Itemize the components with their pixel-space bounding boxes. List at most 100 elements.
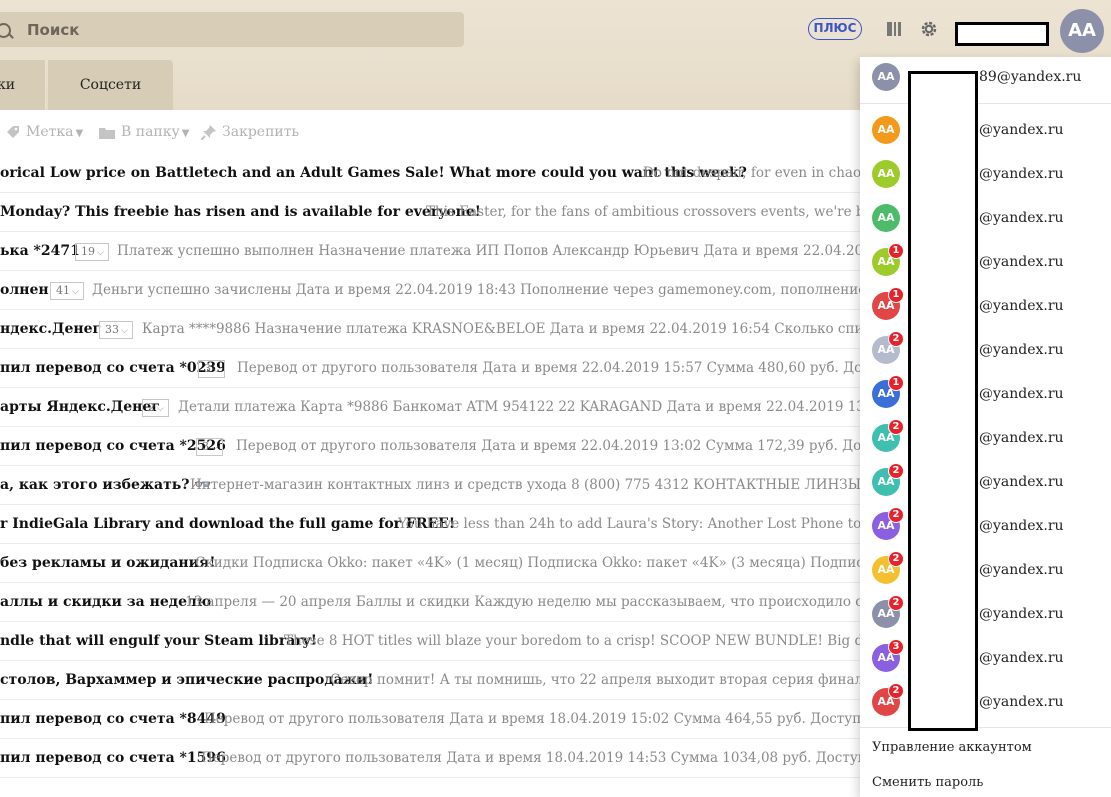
avatar: АА [872, 63, 900, 91]
message-subject: ька *2471 [0, 243, 80, 259]
account-item[interactable]: АА 2 @yandex.ru [860, 418, 1111, 462]
account-email: @yandex.ru [979, 430, 1064, 446]
unread-count-badge: 2 [888, 463, 904, 479]
message-snippet: Интернет-магазин контактных линз и средс… [190, 477, 974, 493]
account-email: @yandex.ru [979, 210, 1064, 226]
account-email: @yandex.ru [979, 518, 1064, 534]
label-button-text: Метка [26, 124, 74, 140]
unread-count-badge: 2 [888, 595, 904, 611]
account-email: @yandex.ru [979, 122, 1064, 138]
message-subject: аллы и скидки за неделю [0, 594, 212, 610]
user-name-redacted[interactable] [955, 22, 1049, 46]
account-item[interactable]: АА 2 @yandex.ru [860, 506, 1111, 550]
thread-count: 19 [81, 245, 95, 258]
message-subject: r IndieGala Library and download the ful… [0, 516, 455, 532]
thread-count: 41 [56, 284, 70, 297]
account-item[interactable]: АА 1 @yandex.ru [860, 286, 1111, 330]
tab-label: Соцсети [79, 77, 142, 93]
unread-count-badge: 1 [888, 287, 904, 303]
message-subject: ндекс.Денег [0, 321, 102, 337]
account-item[interactable]: АА 2 @yandex.ru [860, 594, 1111, 638]
account-item[interactable]: АА 1 @yandex.ru [860, 242, 1111, 286]
avatar: АА [872, 204, 900, 232]
thread-count-badge[interactable]: 3 ⌵ [196, 438, 223, 456]
account-email: @yandex.ru [979, 386, 1064, 402]
chevron-down-icon: ▼ [181, 128, 190, 139]
pin-icon [201, 124, 216, 140]
message-subject: ndle that will engulf your Steam library… [0, 633, 317, 649]
layout-icon[interactable] [885, 20, 903, 38]
message-subject: арты Яндекс.Денег [0, 399, 160, 415]
folder-icon [99, 127, 115, 139]
account-item[interactable]: АА 1 @yandex.ru [860, 374, 1111, 418]
message-subject: без рекламы и ожидания! [0, 555, 216, 571]
chevron-down-icon: ⌵ [213, 365, 220, 375]
avatar: АА [872, 116, 900, 144]
account-item[interactable]: АА 2 @yandex.ru [860, 682, 1111, 726]
thread-count: 3 [204, 362, 211, 375]
redaction-mask [908, 71, 978, 731]
thread-count-badge[interactable]: 33 ⌵ [99, 321, 133, 339]
account-email: @yandex.ru [979, 474, 1064, 490]
account-email: @yandex.ru [979, 342, 1064, 358]
unread-count-badge: 1 [888, 243, 904, 259]
unread-count-badge: 2 [888, 331, 904, 347]
unread-count-badge: 2 [888, 551, 904, 567]
account-email: @yandex.ru [979, 562, 1064, 578]
tab-social[interactable]: Соцсети [48, 60, 173, 110]
message-subject: столов, Вархаммер и эпические распродажи… [0, 672, 374, 688]
message-subject: пил перевод со счета *0239 [0, 360, 226, 376]
tab-folder-1[interactable]: ки [0, 60, 46, 110]
pin-button-text: Закрепить [222, 124, 300, 140]
chevron-down-icon: ⌵ [97, 248, 104, 258]
divider [860, 103, 1111, 104]
unread-count-badge: 2 [888, 683, 904, 699]
avatar[interactable]: АА [1060, 9, 1104, 53]
search-icon [0, 23, 11, 38]
thread-count: 2 [148, 401, 155, 414]
chevron-down-icon: ⌵ [121, 326, 128, 336]
account-email: @yandex.ru [979, 254, 1064, 270]
plus-button[interactable]: ПЛЮС [808, 18, 862, 40]
account-item[interactable]: АА 2 @yandex.ru [860, 462, 1111, 506]
account-item[interactable]: АА @yandex.ru [860, 198, 1111, 242]
message-subject: пил перевод со счета *2526 [0, 438, 226, 454]
message-subject: orical Low price on Battletech and an Ad… [0, 165, 747, 181]
account-email: @yandex.ru [979, 166, 1064, 182]
folder-button-text: В папку [121, 124, 180, 140]
message-subject: Monday? This freebie has risen and is av… [0, 204, 481, 220]
account-item[interactable]: АА 3 @yandex.ru [860, 638, 1111, 682]
thread-count-badge[interactable]: 19 ⌵ [75, 243, 109, 261]
move-to-folder-button[interactable]: В папку ▼ [99, 124, 189, 140]
gear-icon[interactable] [919, 19, 939, 39]
thread-count: 3 [202, 440, 209, 453]
account-email: @yandex.ru [979, 606, 1064, 622]
account-item[interactable]: АА 89@yandex.ru [860, 57, 1111, 101]
account-switcher-dropdown: АА 89@yandex.ru АА @yandex.ru АА @yandex.ru АА… [860, 57, 1111, 797]
search-placeholder: Поиск [27, 21, 80, 39]
unread-count-badge: 2 [888, 419, 904, 435]
account-item[interactable]: АА 2 @yandex.ru [860, 330, 1111, 374]
unread-count-badge: 3 [888, 639, 904, 655]
account-item[interactable]: АА @yandex.ru [860, 110, 1111, 154]
account-email: @yandex.ru [979, 298, 1064, 314]
account-email: @yandex.ru [979, 650, 1064, 666]
thread-count-badge[interactable]: 41 ⌵ [50, 282, 84, 300]
tab-label: ки [0, 77, 16, 93]
account-email: @yandex.ru [979, 694, 1064, 710]
chevron-down-icon: ⌵ [157, 404, 164, 414]
pin-button[interactable]: Закрепить [201, 124, 299, 140]
message-subject: пил перевод со счета *8449 [0, 711, 226, 727]
search-input[interactable]: Поиск [0, 12, 464, 47]
divider [860, 727, 1111, 728]
label-button[interactable]: Метка ▼ [6, 124, 83, 140]
thread-count-badge[interactable]: 2 ⌵ [142, 399, 169, 417]
account-item[interactable]: АА @yandex.ru [860, 154, 1111, 198]
message-subject: пил перевод со счета *1596 [0, 750, 226, 766]
change-password-link[interactable]: Сменить пароль [872, 775, 983, 790]
chevron-down-icon: ▼ [75, 128, 84, 139]
account-item[interactable]: АА 2 @yandex.ru [860, 550, 1111, 594]
chevron-down-icon: ⌵ [72, 287, 79, 297]
thread-count-badge[interactable]: 3 ⌵ [198, 360, 225, 378]
manage-account-link[interactable]: Управление аккаунтом [872, 740, 1032, 755]
